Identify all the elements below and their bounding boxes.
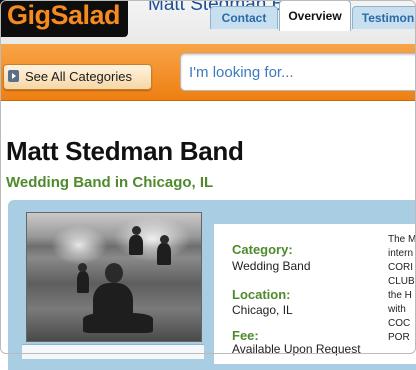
description-line: COC	[388, 318, 411, 329]
band-member-head	[132, 226, 141, 235]
band-member-head	[78, 263, 87, 272]
search-box[interactable]	[180, 53, 416, 91]
description-line: CORI	[388, 262, 413, 273]
gigsalad-logo[interactable]: GigSalad	[0, 0, 128, 37]
band-member-figure	[83, 313, 153, 333]
description-line: the H	[388, 290, 412, 301]
description-line: The M	[388, 234, 416, 245]
play-arrow-icon	[8, 70, 19, 82]
band-member-head	[105, 263, 123, 283]
categories-label: See All Categories	[25, 69, 132, 84]
band-member-figure	[77, 271, 89, 293]
location-label: Location:	[232, 287, 291, 302]
band-photo[interactable]	[26, 212, 202, 342]
band-member-figure	[157, 243, 171, 265]
see-all-categories-button[interactable]: See All Categories	[3, 64, 152, 90]
location-value: Chicago, IL	[232, 303, 293, 317]
profile-subtitle[interactable]: Wedding Band in Chicago, IL	[6, 174, 213, 191]
category-value: Wedding Band	[232, 259, 311, 273]
tab-overview[interactable]: Overview	[279, 0, 351, 31]
photo-caption-card	[22, 344, 204, 359]
band-member-figure	[129, 235, 143, 255]
band-member-head	[160, 235, 169, 244]
description-line: POR	[388, 332, 410, 343]
profile-name: Matt Stedman Band	[6, 136, 244, 166]
logo-text: GigSalad	[7, 0, 121, 30]
description-line: intern	[388, 248, 414, 259]
fee-label: Fee:	[232, 328, 259, 343]
tab-testimonials[interactable]: Testimon	[352, 6, 416, 29]
tab-contact[interactable]: Contact	[210, 6, 278, 29]
search-input[interactable]	[187, 60, 416, 84]
description-line: with	[388, 304, 406, 315]
description-line: CLUB	[388, 276, 415, 287]
category-label: Category:	[232, 242, 293, 257]
